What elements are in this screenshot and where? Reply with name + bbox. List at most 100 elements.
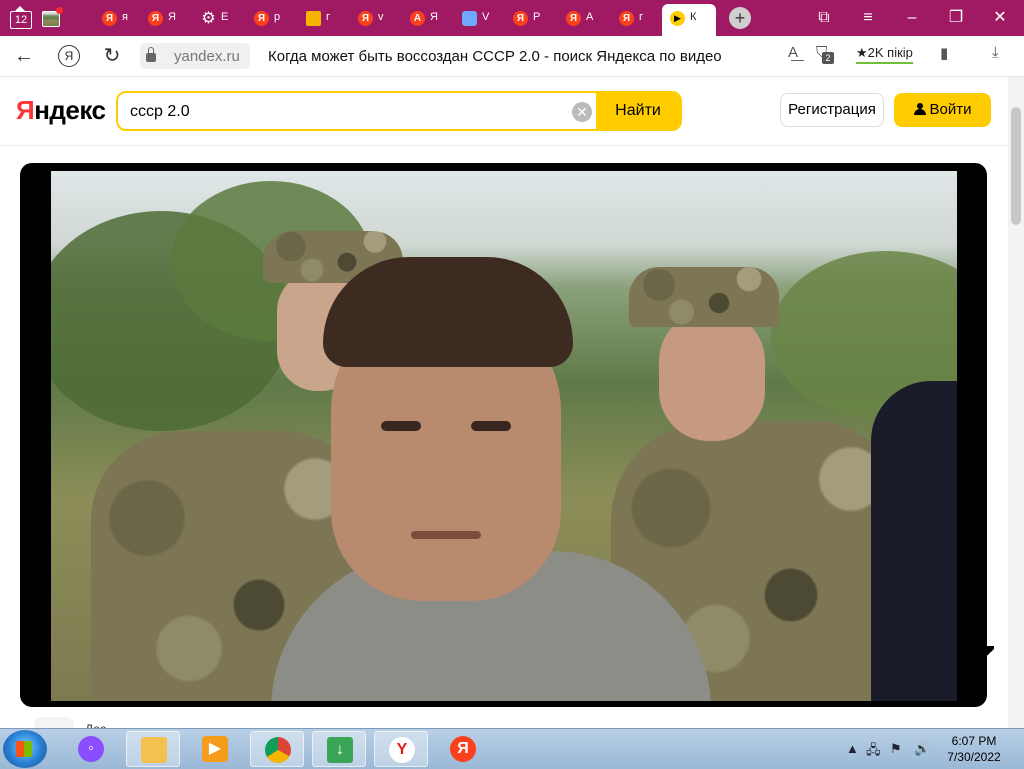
browser-tab[interactable]: г <box>298 4 346 32</box>
search-box: ✕ Найти <box>116 91 682 131</box>
browser-tab[interactable]: Я Р <box>505 4 553 32</box>
soldier-right-face <box>659 311 765 441</box>
suit-shape <box>871 381 957 701</box>
notification-dot-icon <box>56 7 63 14</box>
menu-icon[interactable]: ≡ <box>855 6 881 30</box>
minimize-button[interactable]: – <box>899 6 925 30</box>
reload-button[interactable]: ↻ <box>100 44 124 68</box>
divider <box>0 145 1008 146</box>
user-icon <box>913 103 926 115</box>
browser-tab[interactable]: Я Я <box>140 4 188 32</box>
tabs-panel-icon[interactable] <box>42 7 63 27</box>
clock[interactable]: 6:07 PM 7/30/2022 <box>944 733 1004 765</box>
flag-icon[interactable]: ⚑ <box>890 741 902 757</box>
volume-icon[interactable]: 🔊 <box>914 741 930 757</box>
login-label: Войти <box>929 101 972 118</box>
download-app-icon: ↓ <box>327 737 353 763</box>
new-tab-button[interactable]: + <box>729 7 751 29</box>
yandex-icon: Я <box>619 11 634 26</box>
url-field[interactable]: yandex.ru <box>140 43 250 69</box>
video-icon: ▶ <box>670 11 685 26</box>
window-icon <box>462 11 477 26</box>
browser-tab-active[interactable]: ▶ К <box>662 4 716 36</box>
yandex-icon: Я <box>450 736 476 762</box>
register-button[interactable]: Регистрация <box>780 93 884 127</box>
yandex-icon: Я <box>148 11 163 26</box>
taskbar-yandex-browser[interactable]: Y <box>374 731 428 767</box>
yandex-header: Яндекс ✕ Найти Регистрация Войти <box>0 77 1008 145</box>
browser-tab[interactable]: V <box>454 4 502 32</box>
taskbar-media[interactable]: ▶ <box>188 731 242 767</box>
alice-icon: ◦ <box>78 736 104 762</box>
taskbar: ◦ ▶ ↓ Y Я ▲ 🖧 ⚑ 🔊 6:07 PM 7/30/2022 <box>0 728 1024 769</box>
yandex-icon: Я <box>566 11 581 26</box>
browser-tab[interactable]: Я р <box>246 4 294 32</box>
media-player-icon: ▶ <box>202 736 228 762</box>
restore-button[interactable]: ❐ <box>943 6 969 30</box>
browser-tab[interactable]: Я v <box>350 4 398 32</box>
clock-time: 6:07 PM <box>951 734 997 748</box>
close-button[interactable]: ✕ <box>987 6 1013 30</box>
image-icon <box>306 11 321 26</box>
translate-icon: A <box>410 11 425 26</box>
taskbar-yandex[interactable]: Я <box>436 731 490 767</box>
chrome-icon <box>265 737 291 763</box>
yandex-browser-icon: Y <box>389 737 415 763</box>
tab-title: А <box>586 11 594 23</box>
windows-icon <box>16 741 32 757</box>
lock-icon <box>146 47 156 62</box>
page-scrollbar[interactable] <box>1008 77 1024 728</box>
browser-tab[interactable]: ⚙ E <box>193 4 241 32</box>
clock-date: 7/30/2022 <box>947 750 1001 764</box>
tab-title: г <box>326 11 331 23</box>
tab-title: Р <box>533 11 541 23</box>
taskbar-explorer[interactable] <box>126 731 180 767</box>
collections-icon[interactable]: ⧉ <box>811 6 837 30</box>
page-title[interactable]: Когда может быть воссоздан СССР 2.0 - по… <box>268 48 722 65</box>
tab-title: Я <box>430 11 438 23</box>
bookmark-icon[interactable]: ▮ <box>940 44 948 62</box>
tab-title: К <box>690 11 697 23</box>
protect-badge: 2 <box>822 52 834 64</box>
taskbar-chrome[interactable] <box>250 731 304 767</box>
video-player[interactable] <box>20 163 987 707</box>
url-domain: yandex.ru <box>174 48 240 65</box>
taskbar-alice[interactable]: ◦ <box>64 731 118 767</box>
translate-icon[interactable]: A͟ <box>788 44 798 61</box>
tab-title: я <box>122 11 128 23</box>
yandex-icon: Я <box>358 11 373 26</box>
yandex-icon: Я <box>102 11 117 26</box>
tray-expand-icon[interactable]: ▲ <box>846 741 859 756</box>
start-button[interactable] <box>3 730 47 768</box>
eye-shape <box>471 421 511 431</box>
tab-title: v <box>378 11 384 23</box>
video-frame <box>51 171 957 701</box>
cap-shape <box>629 267 779 327</box>
login-button[interactable]: Войти <box>894 93 991 127</box>
back-button[interactable]: ← <box>12 44 36 68</box>
yandex-home-button[interactable]: Я <box>58 45 80 67</box>
browser-tab[interactable]: Я А <box>558 4 606 32</box>
yandex-icon: Я <box>254 11 269 26</box>
reviews-button[interactable]: ★2K пікір <box>856 45 913 64</box>
folder-icon <box>141 737 167 763</box>
tab-title: V <box>482 11 490 23</box>
network-icon[interactable]: 🖧 <box>866 741 881 763</box>
find-button[interactable]: Найти <box>596 93 680 129</box>
tab-title: Я <box>168 11 176 23</box>
browser-tab[interactable]: Я г <box>611 4 659 32</box>
download-icon[interactable]: ⤓ <box>992 44 999 61</box>
search-input[interactable] <box>128 93 572 129</box>
browser-tab[interactable]: Я я <box>94 4 142 32</box>
yandex-logo[interactable]: Яндекс <box>16 95 106 126</box>
main-person-hair <box>323 257 573 367</box>
clear-icon[interactable]: ✕ <box>572 102 592 122</box>
eye-shape <box>381 421 421 431</box>
taskbar-app[interactable]: ↓ <box>312 731 366 767</box>
tab-strip: 12 Я я Я Я ⚙ E Я р г Я v A Я V Я Р Я А Я… <box>0 0 1024 36</box>
logo-rest: ндекс <box>34 95 106 125</box>
browser-tab[interactable]: A Я <box>402 4 450 32</box>
scrollbar-thumb[interactable] <box>1011 107 1021 225</box>
tab-count-button[interactable]: 12 <box>6 6 36 30</box>
address-bar: ← Я ↻ yandex.ru Когда может быть воссозд… <box>0 36 1024 77</box>
